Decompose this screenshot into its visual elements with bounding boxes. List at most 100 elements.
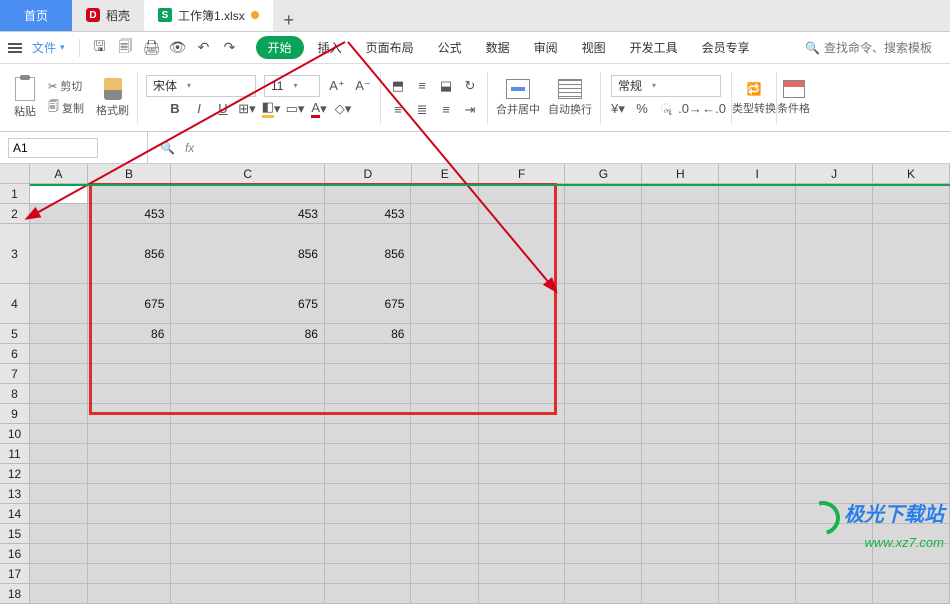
cell-E7[interactable]	[411, 364, 478, 384]
ribbon-tab-formula[interactable]: 公式	[428, 35, 472, 60]
cell-F13[interactable]	[479, 484, 566, 504]
cell-H18[interactable]	[642, 584, 719, 604]
cell-I18[interactable]	[719, 584, 796, 604]
cell-F2[interactable]	[479, 204, 566, 224]
cell-J18[interactable]	[796, 584, 873, 604]
col-header-C[interactable]: C	[171, 164, 325, 184]
font-color-button[interactable]: A▾	[310, 100, 328, 118]
cell-C13[interactable]	[171, 484, 325, 504]
cell-F9[interactable]	[479, 404, 566, 424]
cell-B11[interactable]	[88, 444, 172, 464]
cell-C16[interactable]	[171, 544, 325, 564]
cell-H5[interactable]	[642, 324, 719, 344]
cell-D2[interactable]: 453	[325, 204, 412, 224]
search-fn-icon[interactable]: 🔍	[160, 141, 175, 155]
cell-B7[interactable]	[88, 364, 172, 384]
print-preview-icon[interactable]: 👁	[168, 38, 188, 58]
cell-A9[interactable]	[30, 404, 88, 424]
cell-D9[interactable]	[325, 404, 412, 424]
cell-K4[interactable]	[873, 284, 950, 324]
cell-B5[interactable]: 86	[88, 324, 172, 344]
font-select[interactable]: 宋体▾	[146, 75, 256, 97]
print-icon[interactable]: 🖨	[142, 38, 162, 58]
cell-G9[interactable]	[565, 404, 642, 424]
tab-workbook[interactable]: S 工作簿1.xlsx	[144, 0, 273, 31]
format-painter-button[interactable]: 格式刷	[96, 78, 129, 118]
orientation-icon[interactable]: ↻	[461, 77, 479, 95]
cell-E6[interactable]	[411, 344, 478, 364]
cell-K17[interactable]	[873, 564, 950, 584]
spreadsheet-grid[interactable]: ABCDEFGHIJK 123456789101112131415161718 …	[0, 164, 950, 554]
paste-button[interactable]: 粘贴	[14, 77, 36, 119]
cell-H10[interactable]	[642, 424, 719, 444]
cell-A8[interactable]	[30, 384, 88, 404]
row-header-15[interactable]: 15	[0, 524, 30, 544]
cell-I6[interactable]	[719, 344, 796, 364]
row-headers[interactable]: 123456789101112131415161718	[0, 184, 30, 604]
cell-E15[interactable]	[411, 524, 478, 544]
cell-J12[interactable]	[796, 464, 873, 484]
convert-button[interactable]: 🔁类型转换	[732, 80, 776, 116]
ribbon-tab-dev[interactable]: 开发工具	[620, 35, 688, 60]
cell-G5[interactable]	[565, 324, 642, 344]
cell-F11[interactable]	[479, 444, 566, 464]
cell-K12[interactable]	[873, 464, 950, 484]
cell-E5[interactable]	[411, 324, 478, 344]
ribbon-tab-data[interactable]: 数据	[476, 35, 520, 60]
cell-D13[interactable]	[325, 484, 412, 504]
row-header-11[interactable]: 11	[0, 444, 30, 464]
cell-C15[interactable]	[171, 524, 325, 544]
cell-A17[interactable]	[30, 564, 88, 584]
cell-H13[interactable]	[642, 484, 719, 504]
cell-H6[interactable]	[642, 344, 719, 364]
cell-E11[interactable]	[411, 444, 478, 464]
cell-H12[interactable]	[642, 464, 719, 484]
bold-button[interactable]: B	[166, 100, 184, 118]
cell-K11[interactable]	[873, 444, 950, 464]
cell-E13[interactable]	[411, 484, 478, 504]
cell-J1[interactable]	[796, 184, 873, 204]
cell-E10[interactable]	[411, 424, 478, 444]
cell-I9[interactable]	[719, 404, 796, 424]
cell-B3[interactable]: 856	[88, 224, 172, 284]
cell-K8[interactable]	[873, 384, 950, 404]
cell-A16[interactable]	[30, 544, 88, 564]
search-box[interactable]: 🔍	[805, 41, 942, 55]
cell-A15[interactable]	[30, 524, 88, 544]
col-header-I[interactable]: I	[719, 164, 796, 184]
cell-A11[interactable]	[30, 444, 88, 464]
cell-B1[interactable]	[88, 184, 172, 204]
tab-doke[interactable]: D稻壳	[72, 0, 144, 31]
cell-B2[interactable]: 453	[88, 204, 172, 224]
cell-E16[interactable]	[411, 544, 478, 564]
cell-I5[interactable]	[719, 324, 796, 344]
cell-F6[interactable]	[479, 344, 566, 364]
cell-B14[interactable]	[88, 504, 172, 524]
cell-A1[interactable]	[30, 184, 88, 204]
cell-G16[interactable]	[565, 544, 642, 564]
cell-K18[interactable]	[873, 584, 950, 604]
cell-F10[interactable]	[479, 424, 566, 444]
cell-D11[interactable]	[325, 444, 412, 464]
cell-I4[interactable]	[719, 284, 796, 324]
cell-F16[interactable]	[479, 544, 566, 564]
name-box[interactable]	[0, 132, 148, 163]
cell-C9[interactable]	[171, 404, 325, 424]
cell-A18[interactable]	[30, 584, 88, 604]
cell-F17[interactable]	[479, 564, 566, 584]
cell-I8[interactable]	[719, 384, 796, 404]
ribbon-tab-layout[interactable]: 页面布局	[356, 35, 424, 60]
cell-C3[interactable]: 856	[171, 224, 325, 284]
cell-H4[interactable]	[642, 284, 719, 324]
cell-C10[interactable]	[171, 424, 325, 444]
cond-format-button[interactable]: 条件格	[777, 80, 810, 116]
ribbon-tab-start[interactable]: 开始	[256, 36, 304, 59]
increase-font-icon[interactable]: A⁺	[328, 77, 346, 95]
cell-H9[interactable]	[642, 404, 719, 424]
cell-K9[interactable]	[873, 404, 950, 424]
cell-F3[interactable]	[479, 224, 566, 284]
col-header-D[interactable]: D	[325, 164, 412, 184]
cell-D6[interactable]	[325, 344, 412, 364]
row-header-2[interactable]: 2	[0, 204, 30, 224]
cell-C6[interactable]	[171, 344, 325, 364]
